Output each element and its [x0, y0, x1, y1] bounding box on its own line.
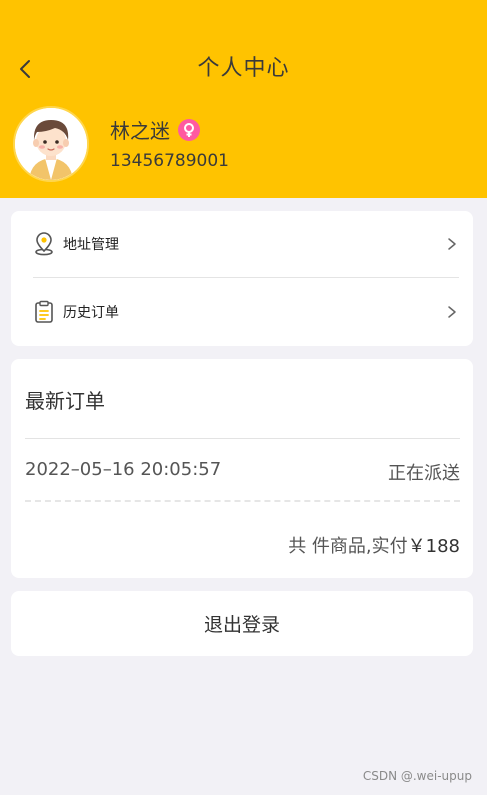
- order-summary: 共 件商品,实付￥188: [288, 532, 460, 558]
- profile-header: 个人中心 林之迷 13456789001: [0, 0, 487, 198]
- user-phone: 13456789001: [110, 151, 229, 171]
- menu-item-history-orders[interactable]: 历史订单: [11, 279, 473, 345]
- location-pin-icon: [35, 232, 53, 256]
- page-title: 个人中心: [197, 56, 290, 81]
- menu-divider: [33, 277, 459, 278]
- latest-order-title: 最新订单: [25, 389, 105, 413]
- order-status: 正在派送: [388, 463, 460, 484]
- menu-card: 地址管理 历史订单: [11, 211, 473, 346]
- menu-item-address[interactable]: 地址管理: [11, 211, 473, 277]
- chevron-right-icon: [448, 306, 456, 318]
- avatar-illustration-icon: [15, 108, 87, 180]
- chevron-right-icon: [448, 238, 456, 250]
- logout-button[interactable]: 退出登录: [11, 591, 473, 656]
- menu-item-label: 地址管理: [63, 237, 119, 253]
- user-name: 林之迷: [110, 119, 170, 143]
- female-icon: [178, 118, 200, 141]
- avatar[interactable]: [13, 106, 89, 182]
- order-divider: [25, 438, 460, 439]
- user-name-row: 林之迷: [110, 115, 200, 144]
- menu-item-label: 历史订单: [63, 305, 119, 321]
- order-price: ￥188: [407, 536, 460, 557]
- page: 个人中心 林之迷 13456789001 地址管理 历史订单 最新订单 2022…: [0, 0, 487, 795]
- watermark: CSDN @.wei-upup: [362, 769, 472, 783]
- clipboard-icon: [35, 300, 53, 323]
- order-summary-prefix: 共 件商品,实付: [288, 536, 408, 557]
- logout-label: 退出登录: [203, 614, 280, 636]
- latest-order-card[interactable]: 最新订单 2022–05–16 20:05:57 正在派送 共 件商品,实付￥1…: [11, 359, 473, 578]
- order-dashed-divider: [25, 500, 460, 502]
- order-time: 2022–05–16 20:05:57: [25, 459, 222, 480]
